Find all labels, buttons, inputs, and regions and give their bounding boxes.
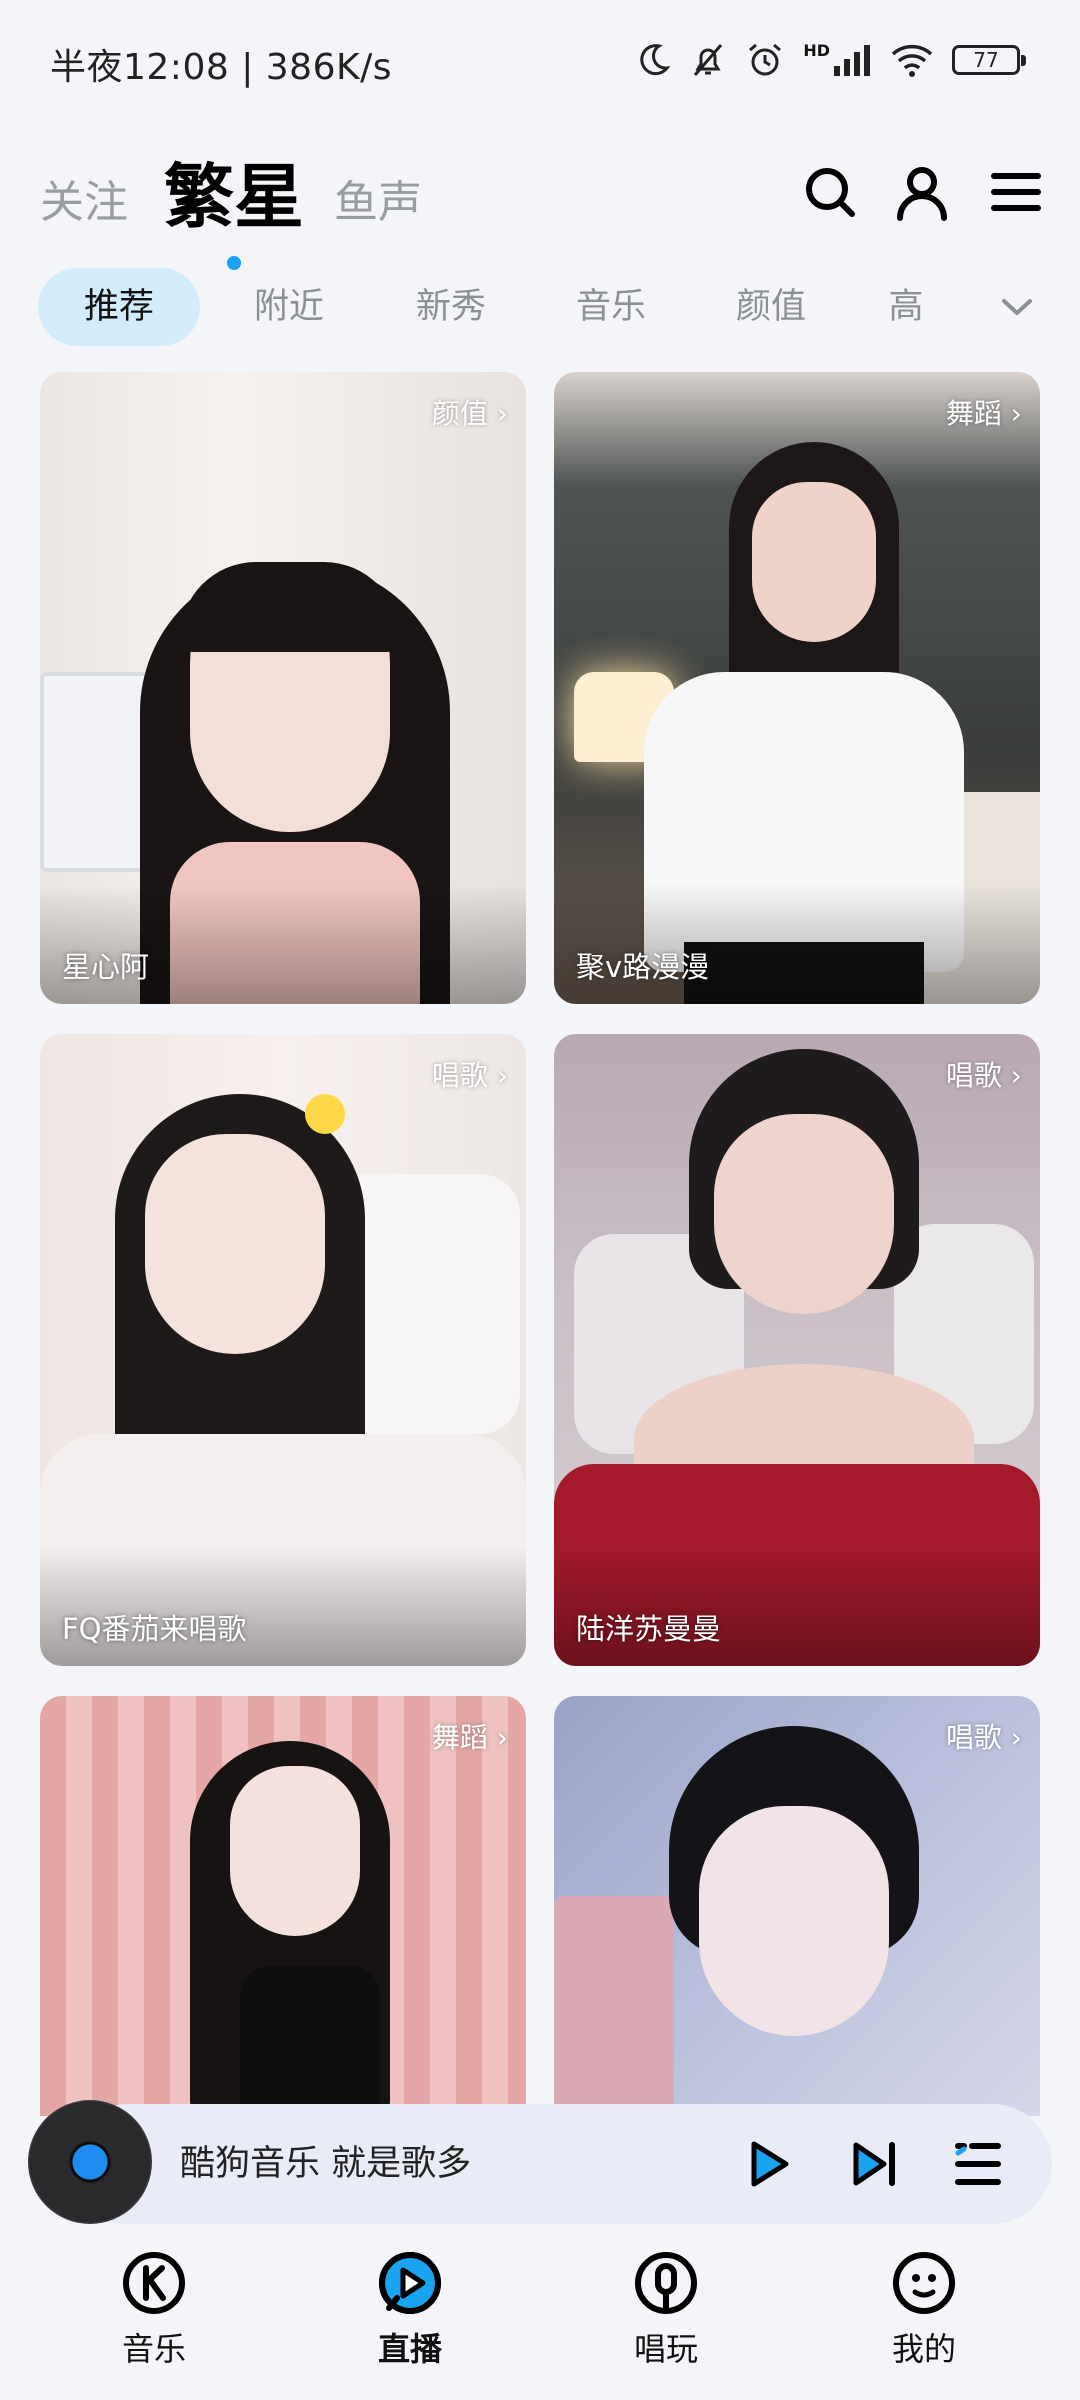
status-icons: HD 77 [635, 40, 1026, 80]
signal-icon [834, 45, 870, 76]
category-tag: 唱歌 › [431, 1059, 508, 1092]
mini-player[interactable]: 酷狗音乐 就是歌多 [28, 2100, 1052, 2224]
live-card[interactable]: 唱歌 › [554, 1696, 1040, 2116]
tab-fanxing[interactable]: 繁星 [164, 141, 304, 270]
category-tag: 舞蹈 › [431, 1721, 508, 1754]
search-icon[interactable] [800, 162, 860, 222]
tab-yusheng[interactable]: 鱼声 [334, 166, 422, 230]
bottom-tab-sing[interactable]: 唱玩 [586, 2250, 746, 2370]
bottom-tab-label: 音乐 [121, 2330, 186, 2368]
bottom-tab-live[interactable]: 直播 [330, 2250, 490, 2370]
status-time-speed: 半夜12:08 | 386K/s [50, 47, 392, 88]
chip-newcomer[interactable]: 新秀 [396, 268, 506, 346]
bottom-tab-label: 直播 [377, 2330, 442, 2368]
chevron-down-icon[interactable] [994, 284, 1040, 330]
category-tag: 唱歌 › [945, 1721, 1022, 1754]
streamer-name: FQ番茄来唱歌 [62, 1612, 247, 1646]
player-song-text: 酷狗音乐 就是歌多 [180, 2144, 472, 2184]
bottom-tab-label: 我的 [891, 2330, 956, 2368]
playlist-icon[interactable] [950, 2136, 1006, 2192]
profile-face-icon [893, 2252, 955, 2314]
streamer-name: 星心阿 [62, 950, 150, 984]
mic-icon [635, 2252, 697, 2314]
category-chips: 推荐 附近 新秀 音乐 颜值 高 [38, 268, 1042, 348]
live-icon [379, 2252, 441, 2314]
chip-music[interactable]: 音乐 [556, 268, 666, 346]
bottom-tab-music[interactable]: 音乐 [74, 2250, 234, 2370]
album-disc-icon[interactable] [28, 2100, 152, 2224]
category-tag: 唱歌 › [945, 1059, 1022, 1092]
battery-icon: 77 [952, 45, 1026, 75]
status-bar: 半夜12:08 | 386K/s HD 77 [0, 0, 1080, 130]
live-card[interactable]: 舞蹈 › [40, 1696, 526, 2116]
bottom-tab-label: 唱玩 [633, 2330, 698, 2368]
category-tag: 颜值 › [431, 397, 508, 430]
alarm-icon [749, 43, 782, 76]
live-card[interactable]: 唱歌 › FQ番茄来唱歌 [40, 1034, 526, 1666]
user-icon[interactable] [892, 162, 952, 222]
menu-icon[interactable] [986, 162, 1046, 222]
chip-recommend[interactable]: 推荐 [38, 268, 200, 346]
streamer-name: 聚v路漫漫 [576, 950, 710, 984]
top-nav: 关注 繁星 鱼声 [0, 130, 1080, 270]
music-k-icon [123, 2252, 185, 2314]
streamer-name: 陆洋苏曼曼 [576, 1612, 722, 1646]
chip-looks[interactable]: 颜值 [716, 268, 826, 346]
next-icon[interactable] [846, 2136, 902, 2192]
moon-icon [640, 44, 671, 76]
bottom-nav: 音乐 直播 唱玩 我的 [0, 2250, 1080, 2400]
category-tag: 舞蹈 › [945, 397, 1022, 430]
chip-nearby[interactable]: 附近 [234, 268, 344, 346]
play-icon[interactable] [740, 2136, 796, 2192]
chip-more[interactable]: 高 [876, 268, 936, 346]
tab-fanxing-label: 繁星 [164, 156, 304, 238]
bottom-tab-mine[interactable]: 我的 [844, 2250, 1004, 2370]
wifi-icon [891, 44, 933, 77]
hd-badge: HD [803, 40, 830, 60]
tab-follow[interactable]: 关注 [40, 166, 128, 230]
live-card[interactable]: 颜值 › 星心阿 [40, 372, 526, 1004]
mute-bell-icon [694, 44, 723, 76]
live-card[interactable]: 舞蹈 › 聚v路漫漫 [554, 372, 1040, 1004]
live-card[interactable]: 唱歌 › 陆洋苏曼曼 [554, 1034, 1040, 1666]
